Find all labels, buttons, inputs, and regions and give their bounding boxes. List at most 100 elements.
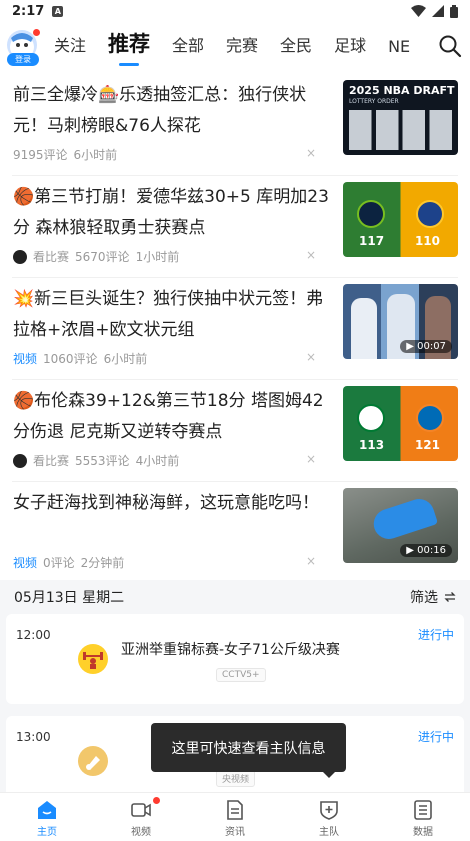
news-title[interactable]: 🏀第三节打崩！爱德华兹30+5 库明加23分 森林狼轻取勇士获赛点 [13, 182, 331, 244]
bottom-nav: 主页 视频 资讯 主队 数据 [0, 792, 470, 841]
home-team-tooltip[interactable]: 这里可快速查看主队信息 [151, 723, 346, 778]
news-title[interactable]: 前三全爆冷🎰乐透抽签汇总：独行侠状元！马刺榜眼&76人探花 [13, 80, 331, 142]
nav-news[interactable]: 资讯 [188, 793, 282, 841]
weightlifting-icon [78, 644, 108, 674]
comment-count: 5553评论 [75, 454, 130, 468]
nav-news-label: 资讯 [225, 827, 245, 838]
tab-finished[interactable]: 完赛 [226, 32, 258, 66]
home-icon [38, 801, 56, 819]
schedule-date: 05月13日 星期二 [14, 590, 125, 606]
publish-time: 4小时前 [135, 454, 180, 468]
wifi-icon [411, 5, 426, 17]
match-card[interactable]: 12:00 进行中 亚洲举重锦标赛-女子71公斤级决赛 CCTV5+ [6, 614, 464, 704]
news-item[interactable]: 🏀布伦森39+12&第三节18分 塔图姆42分伤退 尼克斯又逆转夺赛点 看比赛 … [12, 380, 458, 482]
video-thumbnail[interactable]: ▶ 00:07 [343, 284, 458, 359]
video-thumbnail[interactable]: ▶ 00:16 [343, 488, 458, 563]
news-title[interactable]: 💥新三巨头诞生？独行侠抽中状元签！弗拉格+浓眉+欧文状元组 [13, 284, 331, 346]
draft-grid [349, 110, 452, 150]
team-logo-right [416, 404, 444, 432]
nav-video[interactable]: 视频 [94, 793, 188, 841]
filter-label: 筛选 [410, 590, 438, 606]
score-left: 113 [359, 438, 385, 452]
nav-data-label: 数据 [413, 827, 433, 838]
search-icon[interactable] [438, 34, 462, 58]
publish-time: 6小时前 [73, 148, 118, 162]
thumb-subheading: LOTTERY ORDER [349, 98, 399, 105]
broadcast-channel: CCTV5+ [216, 668, 266, 682]
clock: 2:17 [12, 3, 45, 19]
broadcast-channel: 央视频 [216, 770, 256, 787]
dismiss-icon[interactable]: × [306, 452, 316, 466]
comment-count: 5670评论 [75, 250, 130, 264]
tab-public[interactable]: 全民 [280, 32, 312, 66]
news-title[interactable]: 🏀布伦森39+12&第三节18分 塔图姆42分伤退 尼克斯又逆转夺赛点 [13, 386, 331, 448]
news-meta: 视频 1060评论 6小时前 [13, 350, 147, 367]
nav-team[interactable]: 主队 [282, 793, 376, 841]
schedule-date-bar: 05月13日 星期二 筛选 [0, 580, 470, 614]
news-source: 看比赛 [33, 454, 70, 468]
news-title[interactable]: 女子赶海找到神秘海鲜，这玩意能吃吗！ [13, 488, 331, 550]
comment-count: 1060评论 [43, 352, 98, 366]
news-item[interactable]: 前三全爆冷🎰乐透抽签汇总：独行侠状元！马刺榜眼&76人探花 9195评论 6小时… [12, 74, 458, 176]
news-item[interactable]: 女子赶海找到神秘海鲜，这玩意能吃吗！ 视频 0评论 2分钟前 × ▶ 00:16 [12, 482, 458, 584]
team-logo-left [357, 404, 385, 432]
nav-home-label: 主页 [37, 827, 57, 838]
match-title: 亚洲举重锦标赛-女子71公斤级决赛 [121, 642, 340, 658]
signal-icon [432, 5, 444, 17]
team-logo-left [357, 200, 385, 228]
news-thumbnail[interactable]: 113 121 [343, 386, 458, 461]
source-avatar [13, 453, 27, 468]
video-duration: ▶ 00:16 [400, 544, 452, 557]
video-tag: 视频 [13, 556, 38, 570]
news-thumbnail[interactable]: 2025 NBA DRAFT LOTTERY ORDER [343, 80, 458, 155]
score-left: 117 [359, 234, 385, 248]
news-meta: 看比赛 5670评论 1小时前 [13, 248, 179, 265]
status-bar: 2:17 A [0, 0, 470, 22]
publish-time: 2分钟前 [80, 556, 125, 570]
document-icon [227, 800, 243, 820]
score-right: 121 [414, 438, 440, 452]
news-thumbnail[interactable]: 117 110 [343, 182, 458, 257]
channel-tabs: 关注 推荐 全部 完赛 全民 足球 NE [54, 26, 432, 66]
login-badge[interactable]: 登录 [7, 53, 39, 66]
tab-recommend[interactable]: 推荐 [108, 28, 150, 66]
tab-follow[interactable]: 关注 [54, 32, 86, 66]
status-icons [411, 4, 458, 18]
nav-video-label: 视频 [131, 827, 151, 838]
match-status: 进行中 [417, 628, 454, 642]
news-meta: 视频 0评论 2分钟前 [13, 554, 124, 571]
match-time: 12:00 [16, 628, 51, 642]
video-camera-icon [131, 803, 151, 817]
thumb-heading: 2025 NBA DRAFT [349, 84, 455, 97]
team-logo-right [416, 200, 444, 228]
dismiss-icon[interactable]: × [306, 554, 316, 568]
nav-data[interactable]: 数据 [376, 793, 470, 841]
publish-time: 6小时前 [103, 352, 148, 366]
video-tag: 视频 [13, 352, 38, 366]
news-feed: 前三全爆冷🎰乐透抽签汇总：独行侠状元！马刺榜眼&76人探花 9195评论 6小时… [0, 74, 470, 584]
dismiss-icon[interactable]: × [306, 350, 316, 364]
source-avatar [13, 249, 27, 264]
video-badge-dot [152, 797, 160, 804]
news-item[interactable]: 🏀第三节打崩！爱德华兹30+5 库明加23分 森林狼轻取勇士获赛点 看比赛 56… [12, 176, 458, 278]
filter-button[interactable]: 筛选 [410, 587, 456, 607]
comment-count: 0评论 [43, 556, 75, 570]
data-list-icon [414, 800, 432, 820]
match-time: 13:00 [16, 730, 51, 744]
top-nav: 登录 关注 推荐 全部 完赛 全民 足球 NE [0, 24, 470, 68]
tab-all[interactable]: 全部 [172, 32, 204, 66]
video-duration: ▶ 00:07 [400, 340, 452, 353]
avatar[interactable]: 登录 [6, 26, 40, 66]
publish-time: 1小时前 [135, 250, 180, 264]
dismiss-icon[interactable]: × [306, 146, 316, 160]
tab-nba[interactable]: NE [388, 37, 410, 66]
news-item[interactable]: 💥新三巨头诞生？独行侠抽中状元签！弗拉格+浓眉+欧文状元组 视频 1060评论 … [12, 278, 458, 380]
tab-football[interactable]: 足球 [334, 32, 366, 66]
nav-home[interactable]: 主页 [0, 793, 94, 841]
nav-team-label: 主队 [319, 827, 339, 838]
news-source: 看比赛 [33, 250, 70, 264]
dismiss-icon[interactable]: × [306, 248, 316, 262]
match-status: 进行中 [417, 730, 454, 744]
news-meta: 看比赛 5553评论 4小时前 [13, 452, 179, 469]
player-figure [351, 298, 377, 359]
